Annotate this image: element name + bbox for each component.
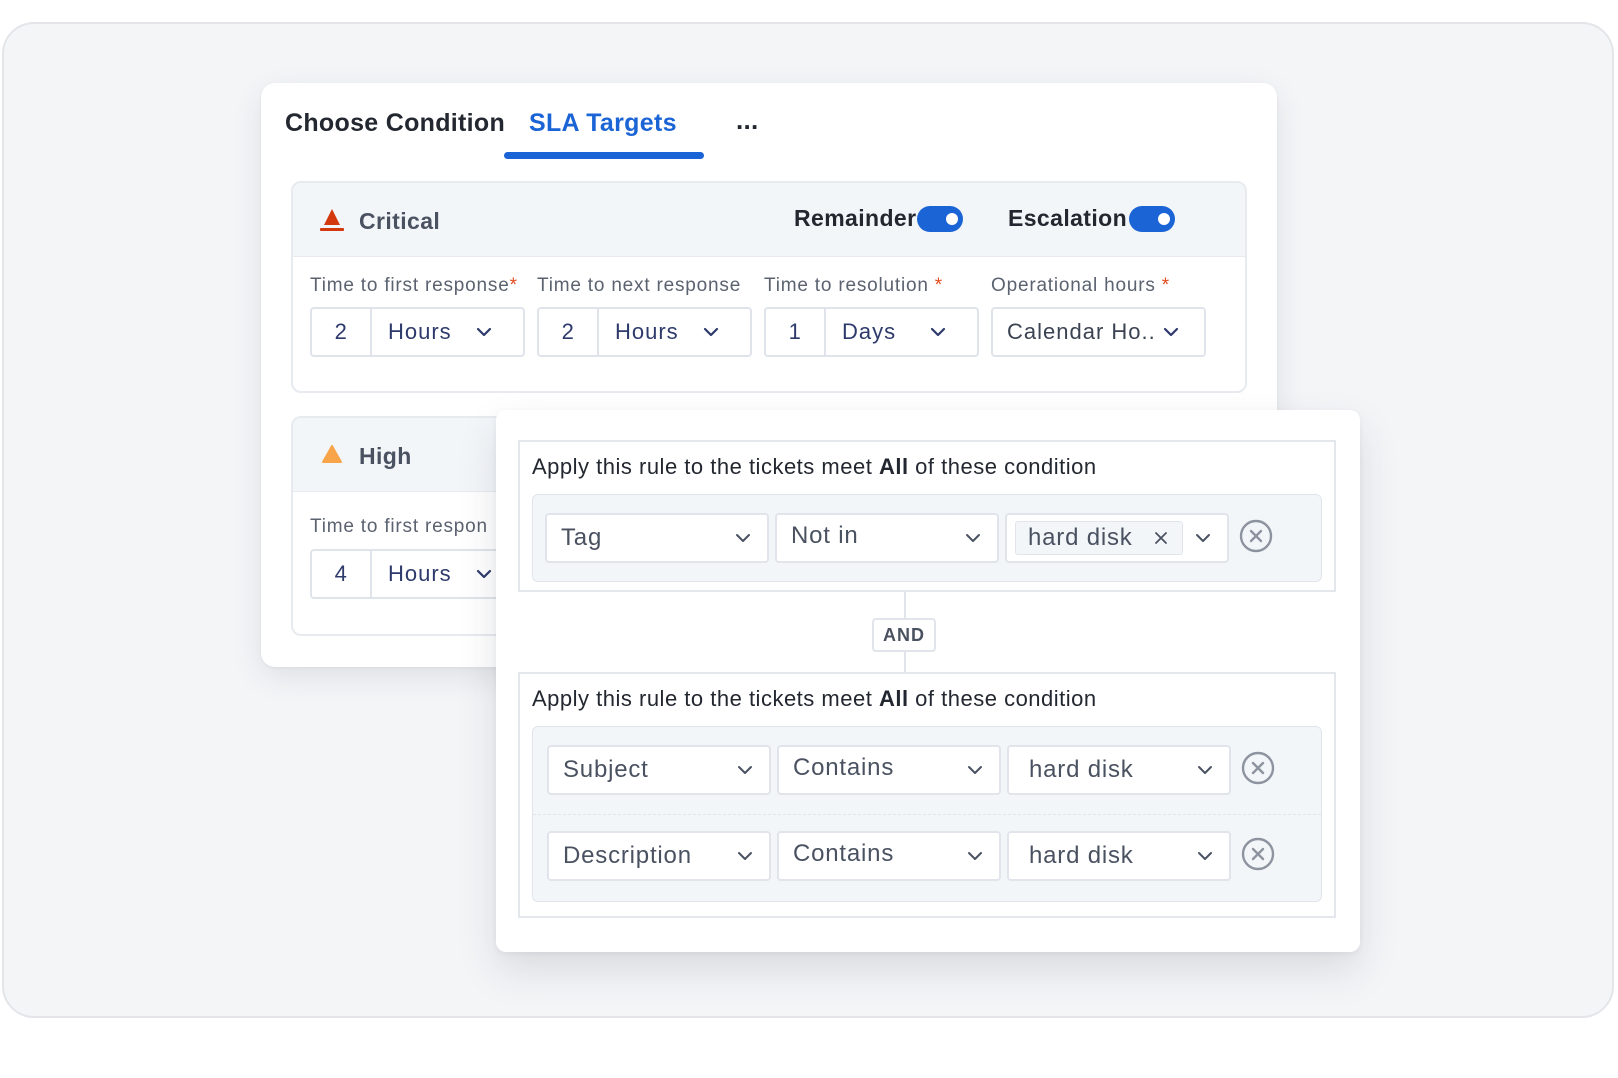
high-priority-icon	[322, 445, 342, 463]
active-tab-indicator	[504, 152, 704, 159]
remove-condition-icon[interactable]	[1241, 751, 1275, 785]
condition-row: Tag Not in hard disk	[532, 494, 1322, 582]
resolution-label: Time to resolution *	[764, 275, 943, 296]
value-chip: hard disk	[1015, 521, 1183, 555]
priority-title: High	[359, 443, 412, 469]
condition-rows: Subject Contains hard disk Description C…	[532, 726, 1322, 902]
chevron-down-icon	[968, 766, 982, 774]
resolution-input[interactable]: 1 Days	[764, 307, 979, 357]
operational-hours-value: Calendar Ho..	[1007, 319, 1156, 344]
operational-hours-label: Operational hours *	[991, 275, 1170, 296]
next-response-unit[interactable]: Hours	[615, 309, 679, 355]
chevron-down-icon	[1196, 534, 1210, 542]
and-badge: AND	[872, 618, 936, 652]
remainder-label: Remainder	[794, 205, 917, 231]
escalation-toggle[interactable]	[1129, 206, 1175, 232]
row-divider	[533, 814, 1321, 815]
priority-title: Critical	[359, 208, 441, 234]
chevron-down-icon	[476, 569, 492, 579]
first-response-unit[interactable]: Hours	[388, 309, 452, 355]
chevron-down-icon	[703, 327, 719, 337]
rule-conditions-card: Apply this rule to the tickets meet All …	[496, 410, 1360, 952]
operational-hours-select[interactable]: Calendar Ho..	[991, 307, 1206, 357]
chevron-down-icon	[966, 534, 980, 542]
tab-more[interactable]: ...	[736, 105, 759, 136]
resolution-value[interactable]: 1	[766, 309, 826, 355]
operator-select[interactable]: Contains	[777, 745, 1001, 795]
first-response-value[interactable]: 4	[312, 551, 372, 597]
value-multiselect[interactable]: hard disk	[1005, 513, 1229, 563]
chevron-down-icon	[930, 327, 946, 337]
first-response-input[interactable]: 2 Hours	[310, 307, 525, 357]
field-select[interactable]: Subject	[547, 745, 771, 795]
field-select[interactable]: Tag	[545, 513, 769, 563]
value-select[interactable]: hard disk	[1007, 831, 1231, 881]
resolution-unit[interactable]: Days	[842, 309, 896, 355]
chevron-down-icon	[736, 534, 750, 542]
chevron-down-icon	[738, 766, 752, 774]
critical-priority-icon	[320, 209, 344, 231]
chevron-down-icon	[968, 852, 982, 860]
chevron-down-icon	[476, 327, 492, 337]
chevron-down-icon	[1198, 766, 1212, 774]
remainder-toggle[interactable]	[917, 206, 963, 232]
rule-description: Apply this rule to the tickets meet All …	[532, 454, 1097, 479]
rule-description: Apply this rule to the tickets meet All …	[532, 686, 1097, 711]
priority-critical-section: Critical Remainder Escalation Time to fi…	[291, 181, 1247, 393]
first-response-unit[interactable]: Hours	[388, 551, 452, 597]
operator-select[interactable]: Contains	[777, 831, 1001, 881]
first-response-value[interactable]: 2	[312, 309, 372, 355]
next-response-label: Time to next response	[537, 275, 742, 296]
chevron-down-icon	[1198, 852, 1212, 860]
condition-group: Apply this rule to the tickets meet All …	[518, 440, 1336, 592]
condition-group: Apply this rule to the tickets meet All …	[518, 672, 1336, 918]
field-select[interactable]: Description	[547, 831, 771, 881]
operator-select[interactable]: Not in	[775, 513, 999, 563]
next-response-input[interactable]: 2 Hours	[537, 307, 752, 357]
first-response-label: Time to first response*	[310, 275, 518, 296]
chevron-down-icon	[738, 852, 752, 860]
remove-condition-icon[interactable]	[1239, 519, 1273, 553]
chevron-down-icon	[1163, 327, 1179, 337]
first-response-input[interactable]: 4 Hours	[310, 549, 525, 599]
remove-condition-icon[interactable]	[1241, 837, 1275, 871]
value-select[interactable]: hard disk	[1007, 745, 1231, 795]
tab-sla-targets[interactable]: SLA Targets	[529, 109, 677, 138]
first-response-label: Time to first respon	[310, 516, 488, 537]
escalation-label: Escalation	[1008, 205, 1128, 231]
next-response-value[interactable]: 2	[539, 309, 599, 355]
close-icon[interactable]	[1154, 531, 1168, 545]
priority-header: Critical Remainder Escalation	[293, 183, 1245, 257]
tab-choose-condition[interactable]: Choose Condition	[285, 109, 505, 138]
